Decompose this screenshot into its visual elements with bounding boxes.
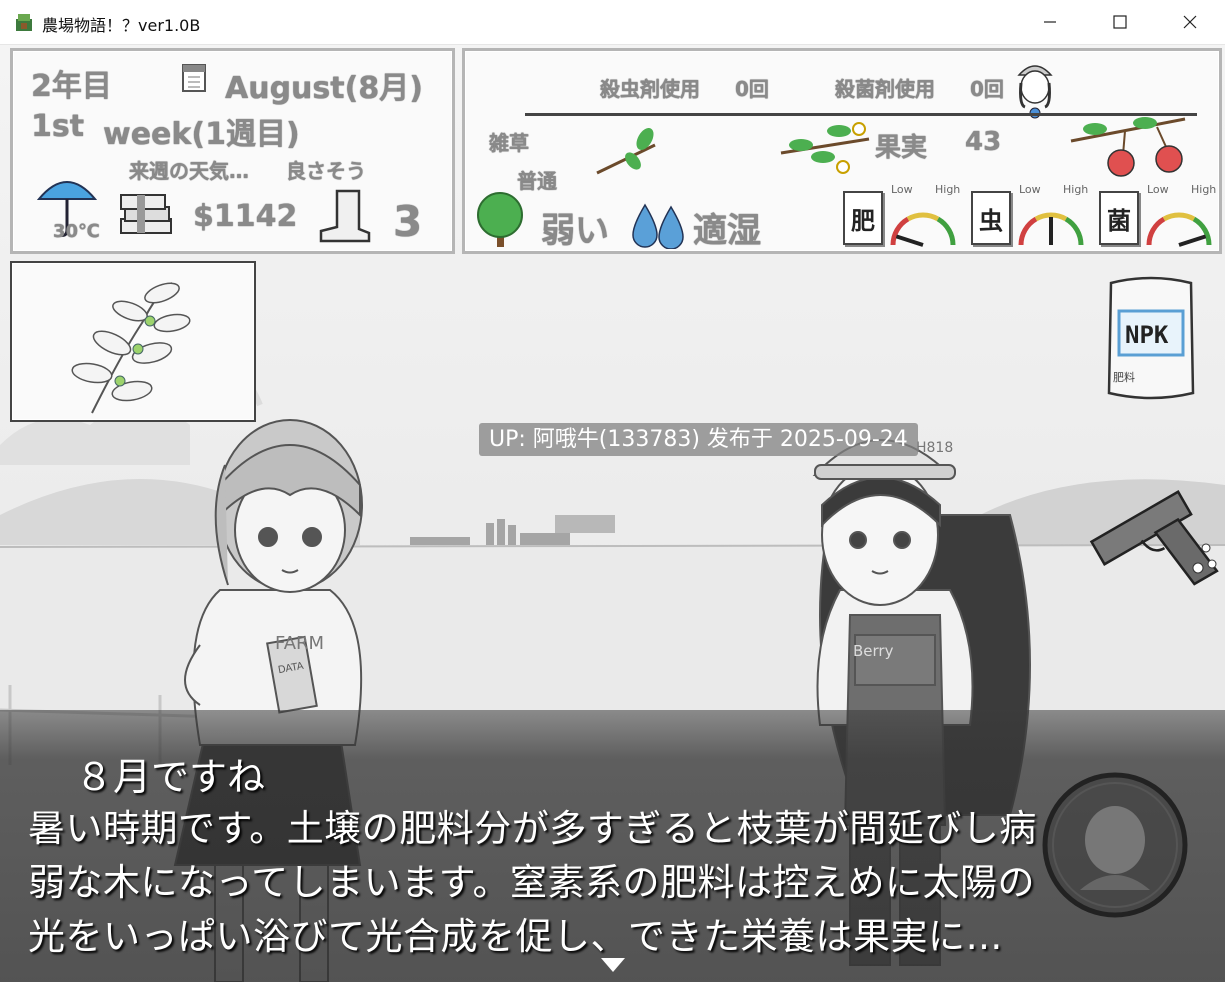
fruit-label: 果実 <box>875 133 928 163</box>
gauge-needle <box>895 234 924 247</box>
fruit-count: 43 <box>965 127 1002 157</box>
gauge-arc-segment <box>1018 216 1038 246</box>
plant-preview-panel[interactable] <box>10 261 256 422</box>
mascot-icon <box>1017 65 1053 119</box>
pistol-icon <box>1089 490 1219 586</box>
gauge-high-label: High <box>935 183 961 196</box>
gauge-label-0: 肥 <box>843 191 883 245</box>
gauge-icon <box>1018 212 1084 246</box>
gauge-low-label: Low <box>1147 183 1169 196</box>
gauge-label-2: 菌 <box>1099 191 1139 245</box>
insecticide-count: 0回 <box>735 77 769 101</box>
gauge-arc-segment <box>1064 216 1084 246</box>
moisture-value: 適湿 <box>693 211 761 251</box>
gauge-high-label: High <box>1063 183 1089 196</box>
month-label: August(8月) <box>225 71 423 106</box>
dialogue-line-1: 暑い時期です。土壌の肥料分が多すぎると枝葉が間延びし病 <box>28 807 1037 850</box>
portrait-badge-icon <box>1042 772 1188 918</box>
dialogue-line-2: 弱な木になってしまいます。窒素系の肥料は控えめに太陽の <box>28 861 1035 904</box>
fertilizer-bag-sub: 肥料 <box>1113 371 1135 384</box>
game-viewport[interactable]: FARM DATA H818 Berry 2年目 August(8月) 1st … <box>0 45 1225 982</box>
flower-branch-icon <box>780 122 870 174</box>
gauge-high-label: High <box>1191 183 1217 196</box>
status-panel-right: 殺虫剤使用 0回 殺菌剤使用 0回 雑草 普通 果実 43 弱い 適湿 肥 Lo… <box>462 48 1222 254</box>
hoodie-text: FARM <box>275 633 325 654</box>
money-stack-icon <box>120 194 172 234</box>
close-icon <box>1183 15 1197 29</box>
gauge-arc-segment <box>936 216 956 246</box>
tree-icon <box>477 192 523 247</box>
money-amount: $1142 <box>193 199 298 234</box>
tree-strength: 弱い <box>541 211 609 251</box>
minimize-button[interactable] <box>1015 0 1085 44</box>
cherry-icon <box>1070 117 1186 177</box>
temperature-label: 30℃ <box>53 221 100 242</box>
gauge-needle <box>1178 234 1207 247</box>
forecast-value: 良さそう <box>286 159 366 183</box>
minimize-icon <box>1044 21 1056 23</box>
dialogue-line-3: 光をいっぱい浴びて光合成を促し、できた栄養は果実に… <box>28 915 1003 958</box>
maximize-icon <box>1113 15 1127 29</box>
dialogue-box[interactable]: ８月ですね 暑い時期です。土壌の肥料分が多すぎると枝葉が間延びし病 弱な木になっ… <box>0 710 1225 982</box>
week-label: week(1週目) <box>103 117 300 152</box>
gauge-arc-segment <box>1162 212 1196 222</box>
dialogue-speaker-line: ８月ですね <box>75 755 266 799</box>
gauge-low-label: Low <box>891 183 913 196</box>
next-arrow-icon[interactable] <box>599 956 627 974</box>
upload-watermark: UP: 阿哦牛(133783) 发布于 2025-09-24 <box>479 423 918 456</box>
gauge-arc-segment <box>906 212 940 222</box>
weeds-value: 普通 <box>517 169 557 193</box>
week-ordinal: 1st <box>31 109 85 144</box>
fertilizer-bag-button[interactable]: NPK 肥料 <box>1103 273 1199 403</box>
spray-pistol-button[interactable] <box>1088 438 1220 638</box>
year-label: 2年目 <box>31 69 112 104</box>
fungicide-count: 0回 <box>970 77 1004 101</box>
window-titlebar: 農場物語！？ver1.0B <box>0 0 1225 45</box>
boot-icon <box>319 189 371 243</box>
close-button[interactable] <box>1155 0 1225 44</box>
insecticide-label: 殺虫剤使用 <box>600 77 700 101</box>
boots-count: 3 <box>393 197 423 246</box>
gauge-arc-segment <box>1146 216 1166 246</box>
weeds-label: 雑草 <box>489 131 529 155</box>
overalls-text: Berry <box>853 642 894 660</box>
gauge-icon <box>890 212 956 247</box>
plant-sketch <box>71 282 191 414</box>
forecast-label: 来週の天気… <box>129 159 249 183</box>
window-title: 農場物語！？ver1.0B <box>42 16 201 35</box>
water-drop-icon <box>632 203 684 249</box>
calendar-icon <box>182 64 206 92</box>
fertilizer-bag-label: NPK <box>1125 321 1169 349</box>
status-panel-left: 2年目 August(8月) 1st week(1週目) 来週の天気… 良さそう… <box>10 48 455 254</box>
gauge-label-1: 虫 <box>971 191 1011 245</box>
branch-icon <box>596 128 656 175</box>
cap-text: H818 <box>916 440 954 456</box>
fungicide-label: 殺菌剤使用 <box>835 77 935 101</box>
app-icon <box>16 14 32 31</box>
gauge-icon <box>1146 212 1212 247</box>
maximize-button[interactable] <box>1085 0 1155 44</box>
gauge-low-label: Low <box>1019 183 1041 196</box>
